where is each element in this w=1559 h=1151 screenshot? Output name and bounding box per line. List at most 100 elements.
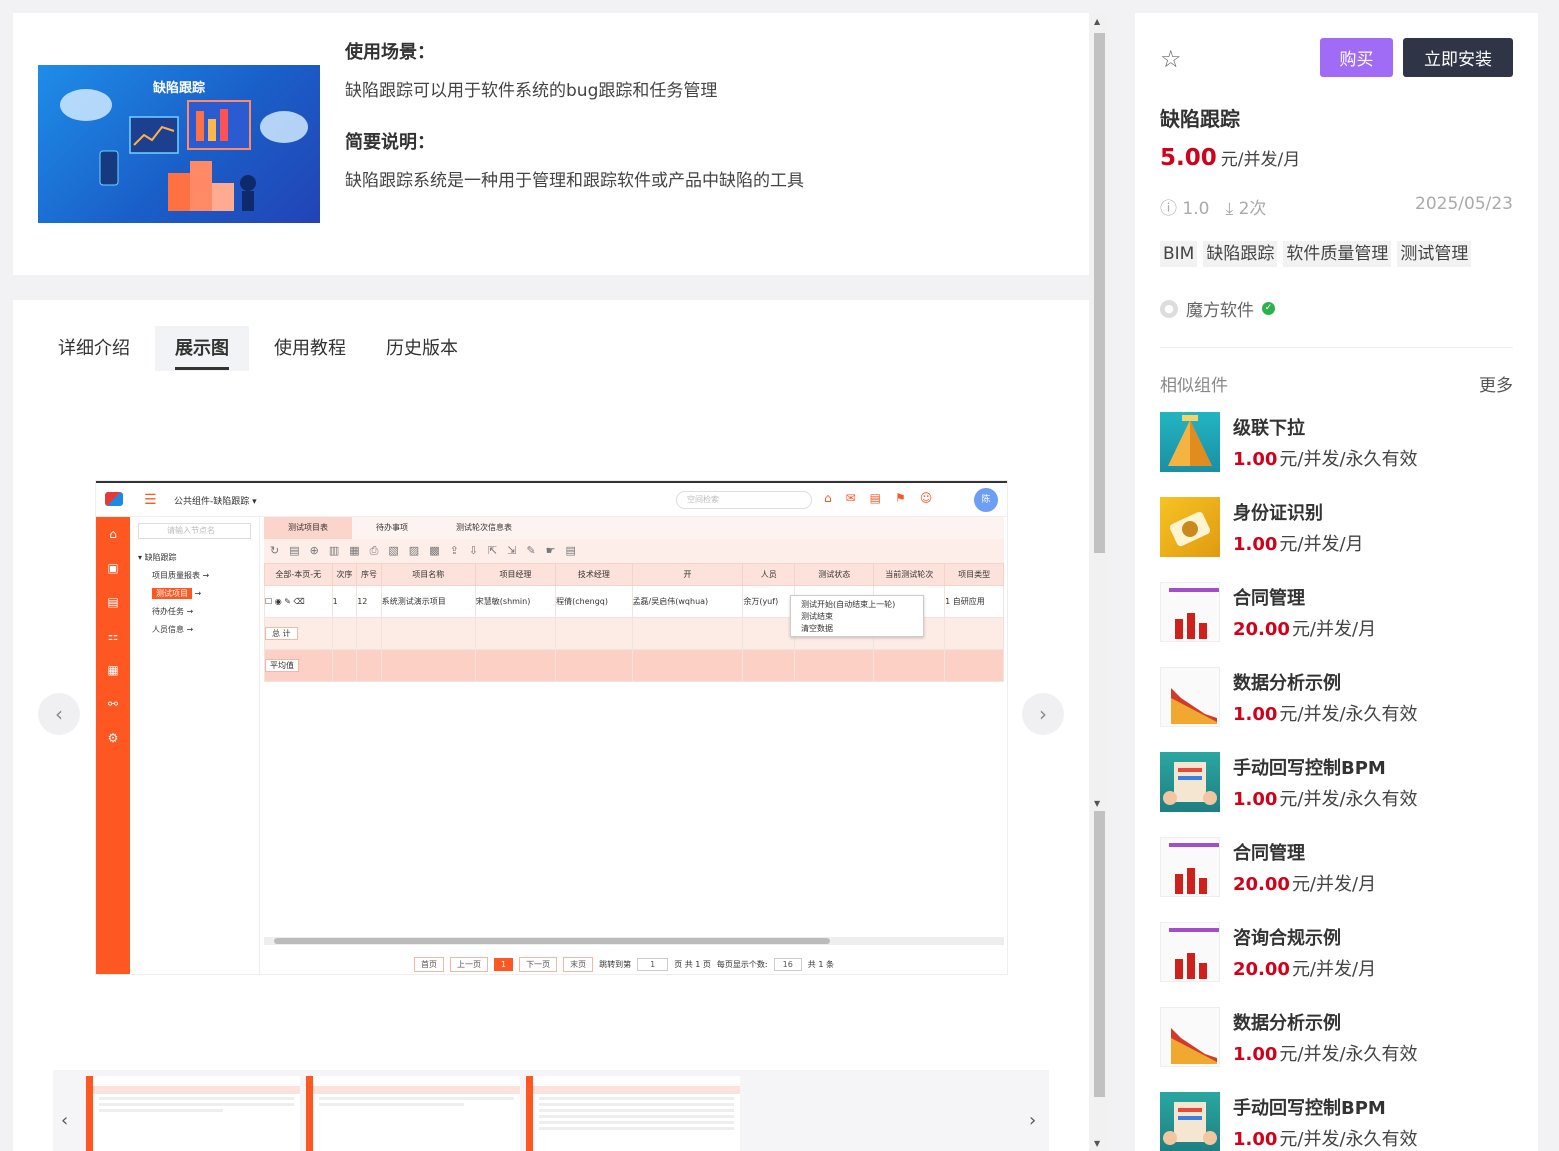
shot-cell: 余万(yuf) <box>742 585 796 618</box>
similar-item[interactable]: 咨询合规示例 20.00 元/并发/月 <box>1160 922 1513 1007</box>
thumb-next-button[interactable]: › <box>1029 1110 1036 1131</box>
similar-price-unit: 元/并发/月 <box>1291 619 1377 640</box>
version-label: ⓘ 1.0 <box>1160 199 1210 219</box>
shot-toolbar-icons: ⌂✉▤⚑☺ <box>824 491 947 505</box>
tag[interactable]: 缺陷跟踪 <box>1203 241 1278 267</box>
gallery-thumbnail[interactable] <box>86 1076 300 1151</box>
shot-col-header: 全部-本页-无 <box>264 563 333 586</box>
verified-icon: ✓ <box>1262 302 1275 315</box>
similar-price: 1.00 元/并发/永久有效 <box>1233 1125 1418 1151</box>
scroll-up-icon[interactable]: ▲ <box>1094 17 1100 26</box>
publish-date: 2025/05/23 <box>1415 194 1513 214</box>
shot-col-header: 测试状态 <box>794 563 875 586</box>
vendor[interactable]: ● 魔方软件 ✓ <box>1160 296 1275 321</box>
shot-tree-root-label: 缺陷跟踪 <box>144 553 177 562</box>
similar-price: 1.00 元/并发/永久有效 <box>1233 785 1418 811</box>
scroll-down-icon[interactable]: ▼ <box>1094 799 1100 808</box>
shot-pager-size-label: 每页显示个数: <box>716 960 768 969</box>
similar-price-unit: 元/并发/永久有效 <box>1279 449 1418 470</box>
shot-col-header: 项目经理 <box>474 563 557 586</box>
shot-tree-item: 项目质量报表 → <box>138 567 251 585</box>
shot-tree-root: ▾ 缺陷跟踪 <box>138 553 177 562</box>
divider <box>1160 347 1513 348</box>
cover-illustration <box>60 89 308 211</box>
similar-price-unit: 元/并发/永久有效 <box>1279 789 1418 810</box>
download-count: ⤓ 2次 <box>1225 199 1267 219</box>
favorite-star-icon[interactable]: ☆ <box>1160 45 1182 73</box>
similar-item[interactable]: 级联下拉 1.00 元/并发/永久有效 <box>1160 412 1513 497</box>
tab-details[interactable]: 详细介绍 <box>43 326 145 371</box>
product-info-card: 缺陷跟踪 使用场景： 缺陷跟踪可以用于软件系统的bug跟踪和任务管理 简要说明：… <box>13 13 1089 275</box>
similar-price-value: 1.00 <box>1233 449 1278 470</box>
tag[interactable]: BIM <box>1160 241 1198 267</box>
price-value: 5.00 <box>1160 145 1217 171</box>
gallery-thumbnail[interactable] <box>306 1076 520 1151</box>
similar-thumbnail <box>1160 837 1220 897</box>
home-icon: ⌂ <box>109 527 117 541</box>
tab-tutorial[interactable]: 使用教程 <box>259 326 361 371</box>
shot-hscroll <box>264 937 1004 945</box>
shot-col-header: 项目类型 <box>944 563 1004 586</box>
similar-thumbnail <box>1160 497 1220 557</box>
similar-item[interactable]: 合同管理 20.00 元/并发/月 <box>1160 582 1513 667</box>
shot-pager-btn: 末页 <box>563 957 594 972</box>
shot-pager-pages: 页 共 1 页 <box>674 960 711 969</box>
similar-item[interactable]: 手动回写控制BPM 1.00 元/并发/永久有效 <box>1160 752 1513 837</box>
similar-item[interactable]: 数据分析示例 1.00 元/并发/永久有效 <box>1160 667 1513 752</box>
similar-item[interactable]: 身份证识别 1.00 元/并发/月 <box>1160 497 1513 582</box>
price-unit: 元/并发/月 <box>1220 150 1301 170</box>
install-button[interactable]: 立即安装 <box>1403 38 1513 77</box>
shot-cell: 宋慧敏(shmin) <box>474 585 557 618</box>
gallery-prev-button[interactable]: ‹ <box>38 693 80 735</box>
similar-price: 1.00 元/并发/永久有效 <box>1233 1040 1418 1066</box>
similar-item[interactable]: 手动回写控制BPM 1.00 元/并发/永久有效 <box>1160 1092 1513 1151</box>
tab-gallery[interactable]: 展示图 <box>155 326 249 371</box>
shot-tree-item: 人员信息 → <box>138 621 251 639</box>
similar-price-unit: 元/并发/永久有效 <box>1279 1129 1418 1150</box>
detail-card: 详细介绍 展示图 使用教程 历史版本 ‹ › ☰ 公共组件-缺陷跟踪 ▾ 空间检… <box>13 300 1089 1151</box>
similar-price: 1.00 元/并发/月 <box>1233 530 1364 556</box>
similar-name: 手动回写控制BPM <box>1233 758 1386 779</box>
shot-tree: 请输入节点名 ▾ 缺陷跟踪 项目质量报表 → 测试项目 → 待办任务 → 人员信… <box>130 517 260 974</box>
tab-history[interactable]: 历史版本 <box>371 326 473 371</box>
scroll-down-icon[interactable]: ▼ <box>1094 1139 1100 1148</box>
gallery-next-button[interactable]: › <box>1022 693 1064 735</box>
brief-text: 缺陷跟踪系统是一种用于管理和跟踪软件或产品中缺陷的工具 <box>345 171 804 191</box>
shot-context-item: 测试开始(自动结束上一轮) <box>801 600 896 609</box>
shot-content-tab: 测试项目表 <box>264 517 352 539</box>
similar-item[interactable]: 数据分析示例 1.00 元/并发/永久有效 <box>1160 1007 1513 1092</box>
gallery-thumbnail[interactable] <box>526 1076 740 1151</box>
product-name: 缺陷跟踪 <box>1160 107 1240 131</box>
similar-name: 身份证识别 <box>1233 503 1323 524</box>
shot-pager-btn: 1 <box>494 958 514 971</box>
similar-list: 级联下拉 1.00 元/并发/永久有效 身份证识别 1.00 元/并发/月 合同管理… <box>1160 412 1513 1151</box>
buy-button[interactable]: 购买 <box>1320 38 1393 77</box>
similar-thumbnail <box>1160 1092 1220 1151</box>
shot-cell: 平均值 <box>264 649 333 682</box>
page-scrollbar[interactable]: ▲ ▼ ▼ <box>1091 13 1108 1151</box>
gallery-thumbnails: ‹ › <box>53 1070 1049 1151</box>
product-sidebar: ☆ 购买 立即安装 缺陷跟踪 5.00 元/并发/月 ⓘ 1.0 ⤓ 2次 202… <box>1135 13 1538 1151</box>
scrollbar-thumb[interactable] <box>1094 811 1105 1097</box>
chevron-right-icon: › <box>1029 1110 1037 1131</box>
similar-thumbnail <box>1160 582 1220 642</box>
similar-name: 手动回写控制BPM <box>1233 1098 1386 1119</box>
similar-name: 级联下拉 <box>1233 418 1305 439</box>
similar-price: 1.00 元/并发/永久有效 <box>1233 445 1418 471</box>
similar-thumbnail <box>1160 412 1220 472</box>
similar-more-link[interactable]: 更多 <box>1479 371 1513 396</box>
shot-pager-btn: 首页 <box>414 957 444 972</box>
shot-tree-item: 测试项目 → <box>138 585 251 603</box>
menu-icon: ☰ <box>144 492 157 508</box>
shot-pager-btn: 上一页 <box>450 957 488 972</box>
tag[interactable]: 测试管理 <box>1397 241 1472 267</box>
similar-price-value: 1.00 <box>1233 704 1278 725</box>
tag[interactable]: 软件质量管理 <box>1283 241 1392 267</box>
similar-price: 20.00 元/并发/月 <box>1233 870 1376 896</box>
scrollbar-thumb[interactable] <box>1094 33 1105 553</box>
vendor-avatar-icon: ● <box>1160 299 1178 318</box>
detail-tabs: 详细介绍 展示图 使用教程 历史版本 <box>43 326 483 371</box>
similar-item[interactable]: 合同管理 20.00 元/并发/月 <box>1160 837 1513 922</box>
thumb-prev-button[interactable]: ‹ <box>61 1110 68 1131</box>
shot-content-tab: 待办事项 <box>376 523 408 532</box>
